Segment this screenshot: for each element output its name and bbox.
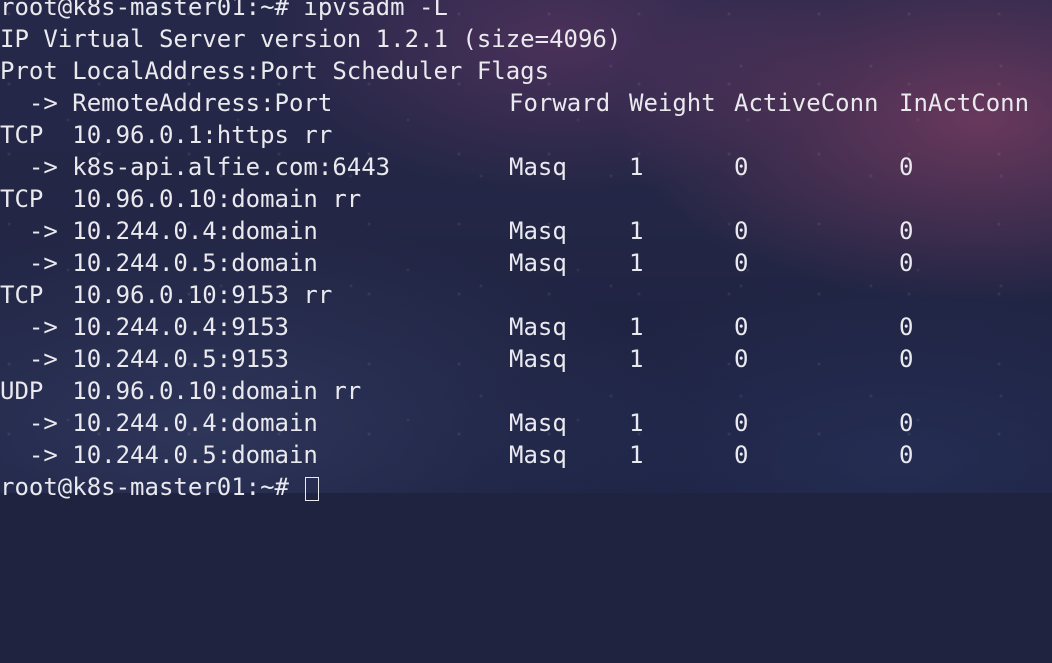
destination-line: -> 10.244.0.5:domain Masq 1 0 0 [0, 439, 1052, 471]
destination-line: -> k8s-api.alfie.com:6443 Masq 1 0 0 [0, 151, 1052, 183]
dest-weight: 1 [629, 153, 644, 181]
dest-weight: 1 [629, 313, 644, 341]
dest-inact-conn: 0 [899, 441, 914, 469]
header-forward: Forward [509, 89, 611, 117]
dest-active-conn: 0 [734, 345, 749, 373]
version-line: IP Virtual Server version 1.2.1 (size=40… [0, 23, 1052, 55]
dest-weight: 1 [629, 409, 644, 437]
dest-forward: Masq [509, 441, 567, 469]
header1-text: Prot LocalAddress:Port Scheduler Flags [0, 57, 550, 85]
header-active-conn: ActiveConn [734, 89, 879, 117]
dest-remote-address: -> 10.244.0.5:domain [0, 249, 318, 277]
header-inact-conn: InActConn [899, 89, 1030, 117]
dest-remote-address: -> 10.244.0.5:9153 [0, 345, 289, 373]
dest-forward: Masq [509, 217, 567, 245]
dest-remote-address: -> k8s-api.alfie.com:6443 [0, 153, 391, 181]
dest-forward: Masq [509, 249, 567, 277]
command-line: root@k8s-master01:~# ipvsadm -L [0, 0, 1052, 23]
header-weight: Weight [629, 89, 716, 117]
dest-weight: 1 [629, 217, 644, 245]
dest-weight: 1 [629, 249, 644, 277]
final-prompt-text: root@k8s-master01:~# [0, 473, 304, 501]
destination-line: -> 10.244.0.4:9153 Masq 1 0 0 [0, 311, 1052, 343]
service-text: UDP 10.96.0.10:domain rr [0, 377, 362, 405]
service-line: TCP 10.96.0.1:https rr [0, 119, 1052, 151]
dest-forward: Masq [509, 345, 567, 373]
dest-forward: Masq [509, 409, 567, 437]
dest-active-conn: 0 [734, 153, 749, 181]
service-text: TCP 10.96.0.10:9153 rr [0, 281, 333, 309]
dest-weight: 1 [629, 345, 644, 373]
final-prompt[interactable]: root@k8s-master01:~# [0, 471, 320, 503]
terminal-window[interactable]: root@k8s-master01:~# ipvsadm -L IP Virtu… [0, 0, 1052, 501]
service-text: TCP 10.96.0.1:https rr [0, 121, 333, 149]
service-line: UDP 10.96.0.10:domain rr [0, 375, 1052, 407]
service-line: TCP 10.96.0.10:domain rr [0, 183, 1052, 215]
dest-forward: Masq [509, 153, 567, 181]
header-remote-address: -> RemoteAddress:Port [0, 89, 333, 117]
dest-weight: 1 [629, 441, 644, 469]
service-line: TCP 10.96.0.10:9153 rr [0, 279, 1052, 311]
dest-inact-conn: 0 [899, 313, 914, 341]
dest-inact-conn: 0 [899, 217, 914, 245]
dest-active-conn: 0 [734, 217, 749, 245]
dest-inact-conn: 0 [899, 153, 914, 181]
dest-active-conn: 0 [734, 249, 749, 277]
header-line-2: -> RemoteAddress:Port Forward Weight Act… [0, 87, 1052, 119]
destination-line: -> 10.244.0.5:9153 Masq 1 0 0 [0, 343, 1052, 375]
dest-active-conn: 0 [734, 409, 749, 437]
final-prompt-line[interactable]: root@k8s-master01:~# [0, 471, 1052, 503]
dest-inact-conn: 0 [899, 409, 914, 437]
destination-line: -> 10.244.0.5:domain Masq 1 0 0 [0, 247, 1052, 279]
command-text: root@k8s-master01:~# ipvsadm -L [0, 0, 448, 21]
dest-active-conn: 0 [734, 441, 749, 469]
version-text: IP Virtual Server version 1.2.1 (size=40… [0, 25, 622, 53]
dest-remote-address: -> 10.244.0.4:9153 [0, 313, 289, 341]
dest-active-conn: 0 [734, 313, 749, 341]
dest-inact-conn: 0 [899, 345, 914, 373]
dest-remote-address: -> 10.244.0.5:domain [0, 441, 318, 469]
destination-line: -> 10.244.0.4:domain Masq 1 0 0 [0, 407, 1052, 439]
dest-forward: Masq [509, 313, 567, 341]
dest-remote-address: -> 10.244.0.4:domain [0, 217, 318, 245]
dest-remote-address: -> 10.244.0.4:domain [0, 409, 318, 437]
dest-inact-conn: 0 [899, 249, 914, 277]
header-line-1: Prot LocalAddress:Port Scheduler Flags [0, 55, 1052, 87]
service-text: TCP 10.96.0.10:domain rr [0, 185, 362, 213]
destination-line: -> 10.244.0.4:domain Masq 1 0 0 [0, 215, 1052, 247]
cursor-icon [305, 477, 320, 501]
